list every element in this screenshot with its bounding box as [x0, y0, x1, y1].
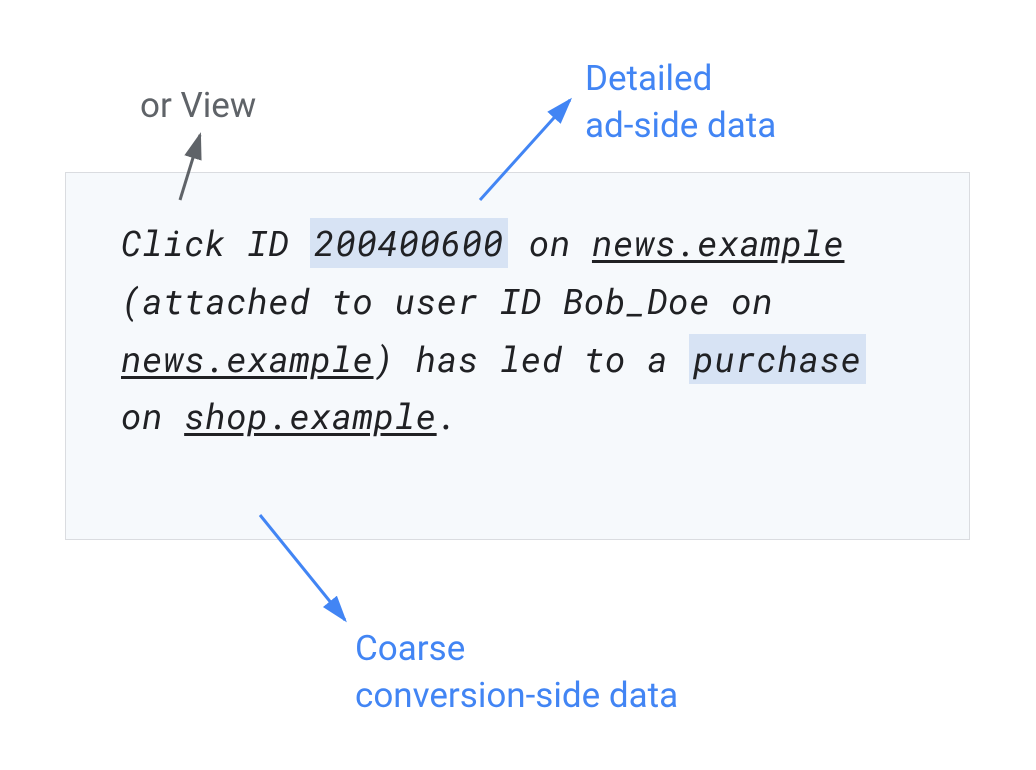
- highlight-click-id: 200400600: [310, 218, 507, 268]
- report-text: Click ID 200400600 on news.example (atta…: [121, 215, 914, 446]
- text-part5: on: [121, 393, 184, 439]
- text-part4: ) has led to a: [374, 336, 690, 382]
- label-coarse-conversion-side: Coarseconversion-side data: [355, 625, 678, 720]
- link-news-example-2: news.example: [121, 336, 374, 382]
- text-part3: (attached to user ID Bob_Doe on: [121, 278, 773, 324]
- text-part6: .: [437, 393, 458, 439]
- report-box: Click ID 200400600 on news.example (atta…: [65, 172, 970, 540]
- link-news-example-1: news.example: [592, 220, 845, 266]
- label-detailed-ad-side: Detailedad-side data: [585, 55, 776, 150]
- highlight-purchase: purchase: [689, 334, 865, 384]
- text-part2: on: [508, 220, 592, 266]
- text-part1: Click ID: [121, 220, 310, 266]
- label-or-view: or View: [140, 85, 256, 126]
- diagram-container: or View Detailedad-side data Click ID 20…: [0, 0, 1036, 770]
- link-shop-example: shop.example: [184, 393, 437, 439]
